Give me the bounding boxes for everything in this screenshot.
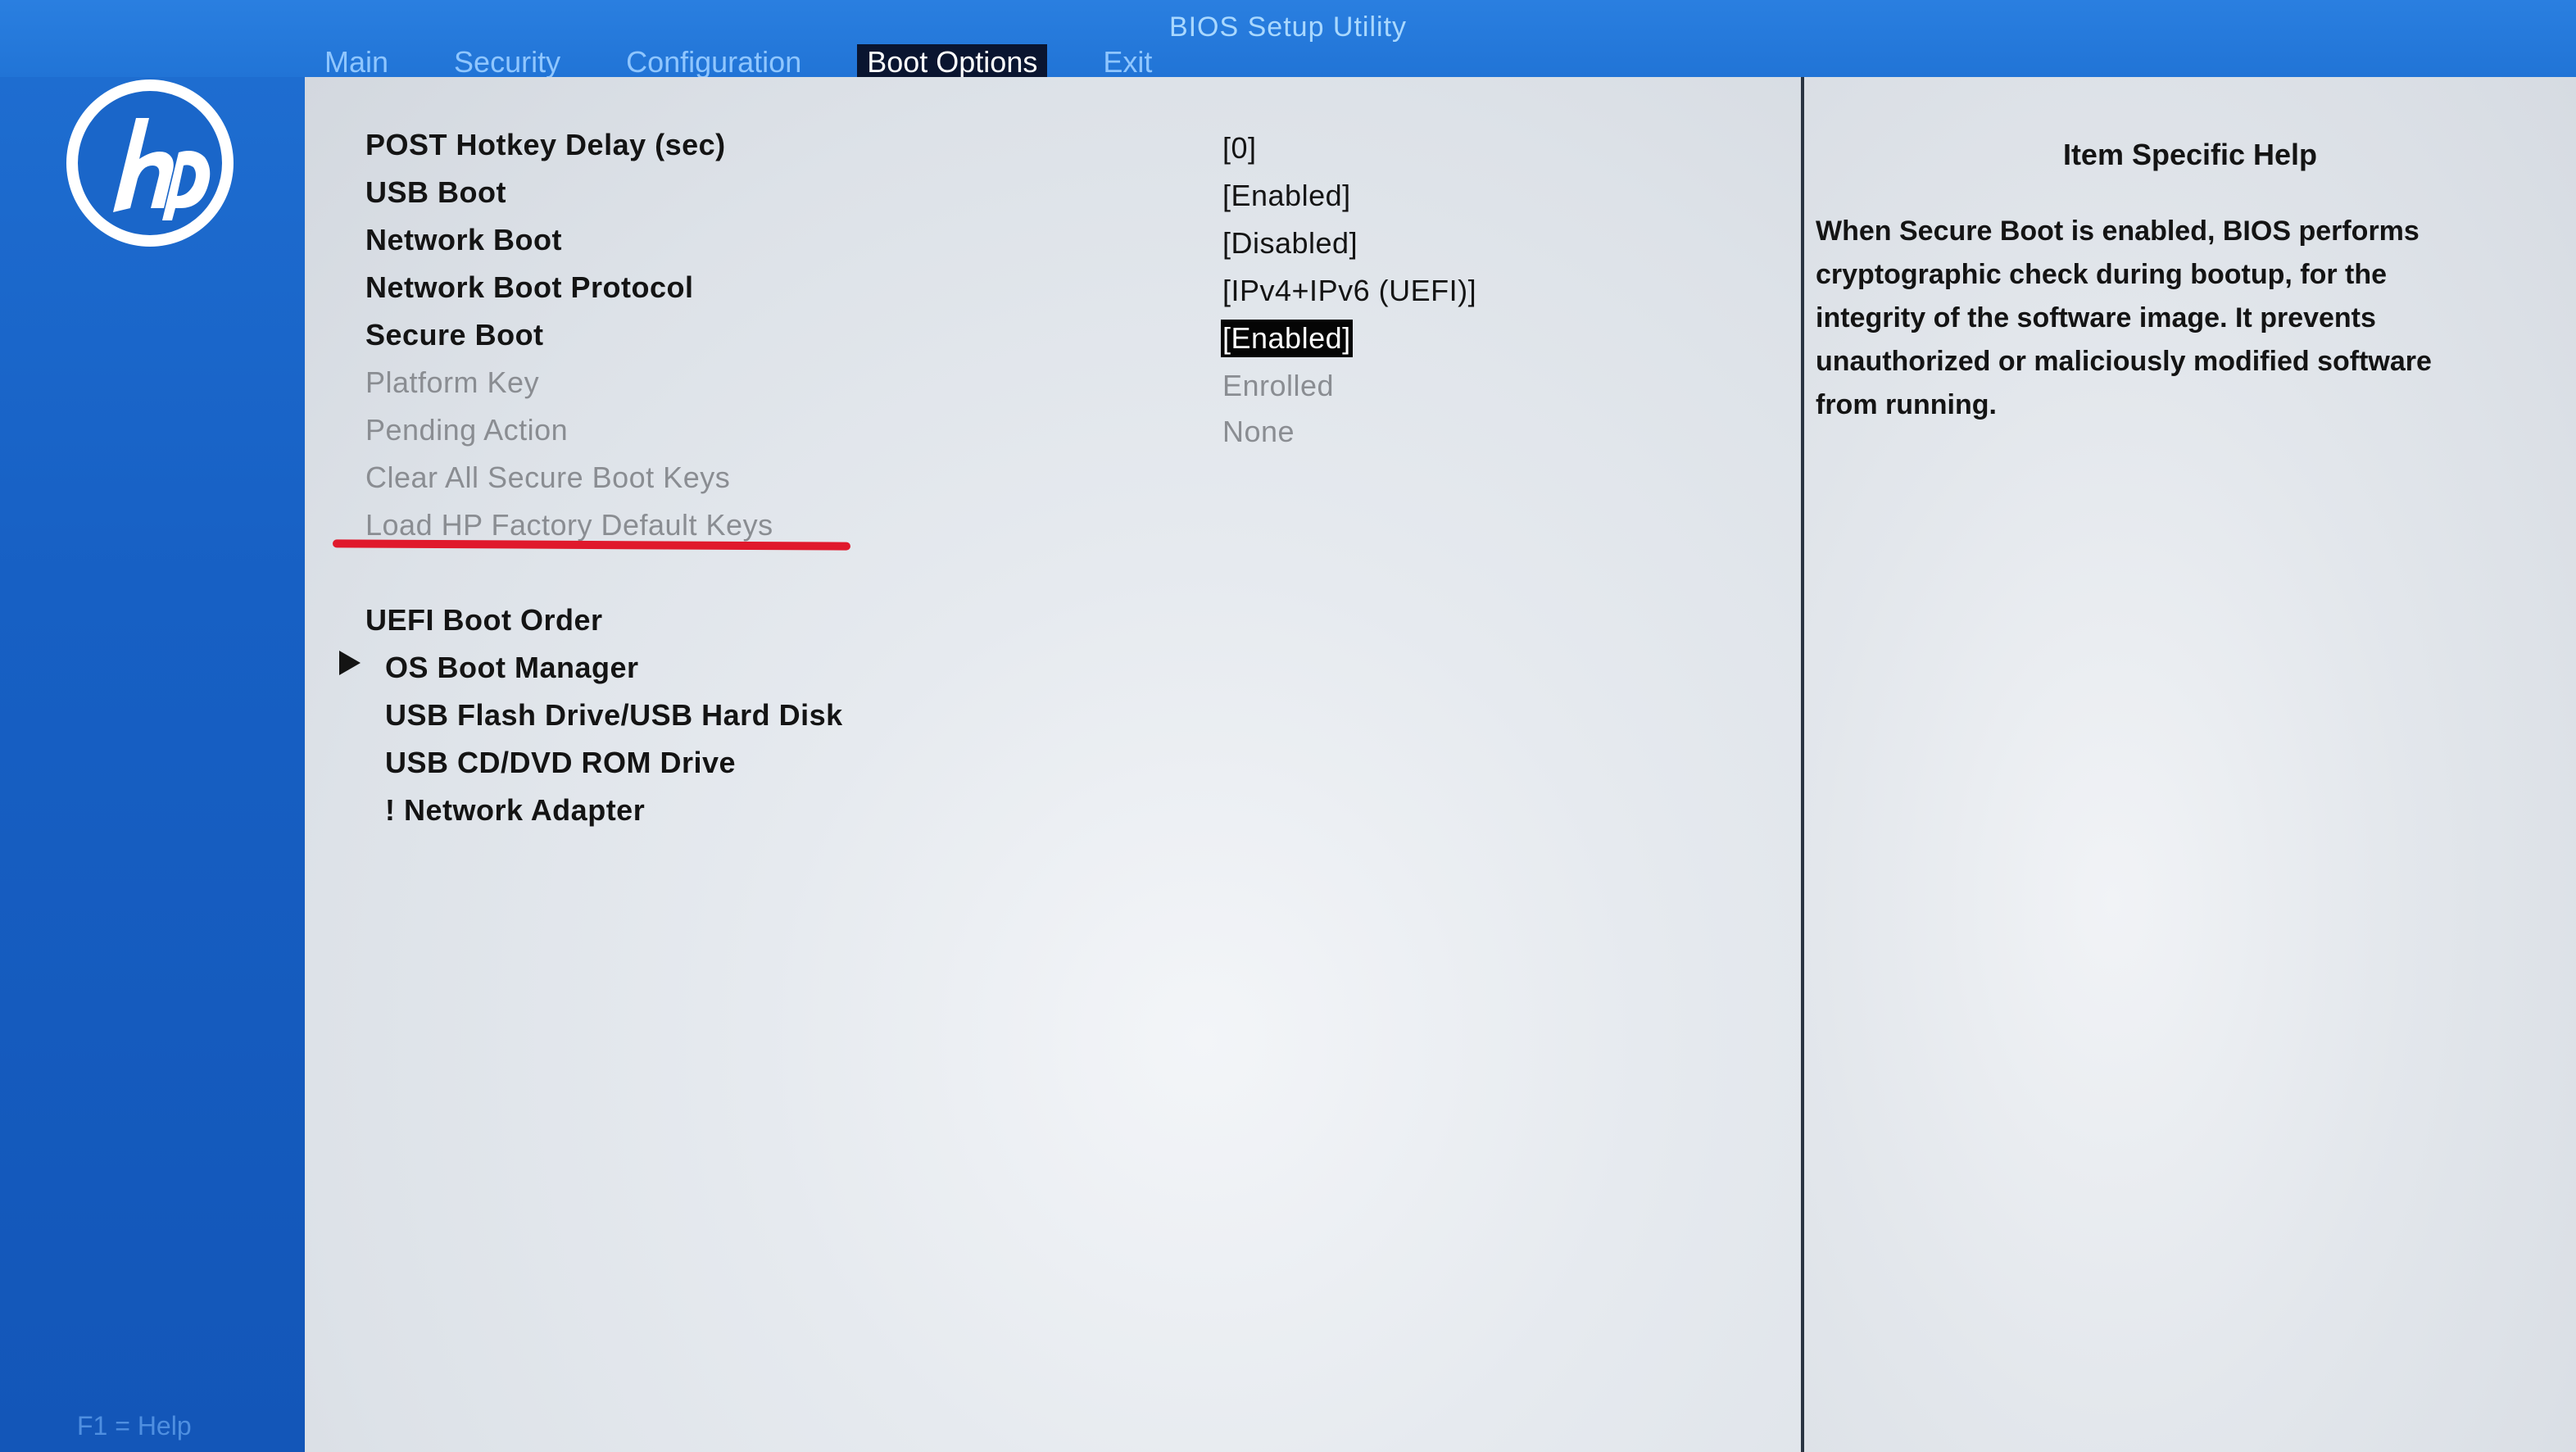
setting-load-hp-factory-default-keys: Load HP Factory Default Keys — [365, 508, 773, 542]
setting-platform-key-value: Enrolled — [1222, 369, 1335, 402]
tab-boot-options[interactable]: Boot Options — [857, 44, 1048, 80]
setting-pending-action-label: Pending Action — [365, 413, 569, 447]
bios-screen: BIOS Setup Utility Main Security Configu… — [0, 0, 2576, 1452]
tab-bar: Main Security Configuration Boot Options… — [315, 44, 1208, 80]
help-title: Item Specific Help — [2062, 138, 2318, 171]
setting-secure-boot-value[interactable]: [Enabled] — [1221, 320, 1353, 357]
tab-security[interactable]: Security — [444, 44, 570, 80]
setting-usb-boot-value[interactable]: [Enabled] — [1222, 179, 1351, 213]
tab-configuration[interactable]: Configuration — [616, 44, 811, 80]
boot-item-os-boot-manager[interactable]: OS Boot Manager — [385, 651, 639, 685]
setting-pending-action-value: None — [1222, 415, 1295, 448]
setting-platform-key-label: Platform Key — [365, 365, 540, 399]
app-title: BIOS Setup Utility — [1168, 11, 1408, 43]
setting-network-boot-protocol-label[interactable]: Network Boot Protocol — [365, 270, 694, 305]
help-line: integrity of the software image. It prev… — [1816, 302, 2376, 334]
header-bar: BIOS Setup Utility Main Security Configu… — [0, 0, 2576, 80]
setting-network-boot-protocol-value[interactable]: [IPv4+IPv6 (UEFI)] — [1222, 274, 1476, 308]
tab-exit[interactable]: Exit — [1093, 44, 1162, 80]
help-line: from running. — [1816, 389, 1997, 420]
boot-item-usb-flash-drive[interactable]: USB Flash Drive/USB Hard Disk — [385, 698, 843, 733]
expand-arrow-icon[interactable] — [339, 651, 361, 675]
uefi-boot-order-title: UEFI Boot Order — [365, 603, 603, 637]
setting-secure-boot-label[interactable]: Secure Boot — [365, 318, 544, 352]
tab-main[interactable]: Main — [315, 44, 398, 80]
setting-clear-secure-boot-keys: Clear All Secure Boot Keys — [365, 461, 731, 494]
setting-network-boot-label[interactable]: Network Boot — [365, 223, 562, 257]
hp-logo-icon — [64, 77, 236, 249]
setting-post-hotkey-delay-value[interactable]: [0] — [1222, 131, 1257, 166]
setting-post-hotkey-delay-label[interactable]: POST Hotkey Delay (sec) — [365, 128, 726, 162]
help-line: cryptographic check during bootup, for t… — [1816, 259, 2388, 290]
help-line: When Secure Boot is enabled, BIOS perfor… — [1816, 216, 2420, 247]
setting-network-boot-value[interactable]: [Disabled] — [1222, 226, 1358, 261]
help-text: When Secure Boot is enabled, BIOS perfor… — [1816, 210, 2553, 427]
help-line: unauthorized or maliciously modified sof… — [1816, 346, 2432, 377]
boot-item-network-adapter[interactable]: ! Network Adapter — [385, 793, 645, 828]
boot-item-usb-cd-dvd[interactable]: USB CD/DVD ROM Drive — [385, 746, 736, 780]
f1-help-hint: F1 = Help — [77, 1411, 192, 1441]
setting-usb-boot-label[interactable]: USB Boot — [365, 175, 506, 210]
